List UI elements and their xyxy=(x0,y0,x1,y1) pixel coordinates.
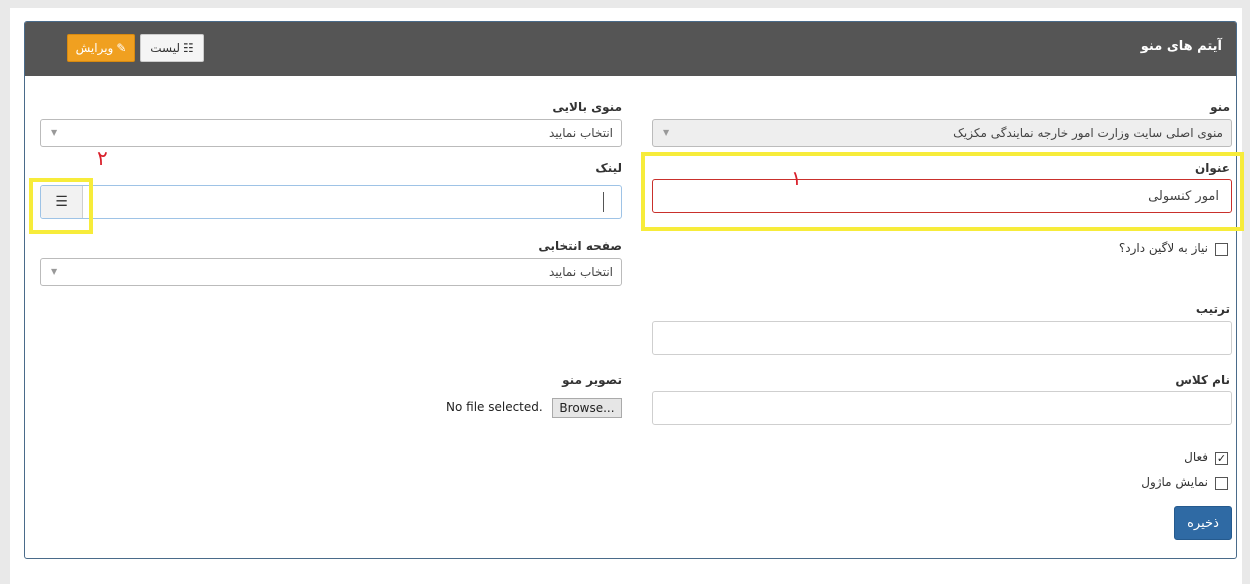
list-icon: ☷ xyxy=(183,41,194,55)
list-button-label: لیست xyxy=(150,41,180,55)
edit-icon: ✎ xyxy=(116,41,127,55)
active-label: فعال xyxy=(1184,450,1208,464)
parent-menu-select-value: انتخاب نمایید xyxy=(548,126,613,140)
menu-items-panel: آیتم های منو ✎ ویرایش ☷ لیست منو منوی اص… xyxy=(24,21,1244,559)
needs-login-checkbox[interactable] xyxy=(1215,243,1228,256)
show-module-checkbox[interactable] xyxy=(1215,477,1228,490)
selected-page-label: صفحه انتخابی xyxy=(538,239,622,253)
menu-select-value: منوی اصلی سایت وزارت امور خارجه نمایندگی… xyxy=(953,126,1223,140)
annotation-marker-1: ۱ xyxy=(791,166,802,190)
edit-button[interactable]: ✎ ویرایش xyxy=(67,34,135,62)
selected-page-select[interactable]: انتخاب نمایید ▼ xyxy=(40,258,622,286)
show-module-label: نمایش ماژول xyxy=(1141,475,1208,489)
class-name-label: نام کلاس xyxy=(1175,373,1230,387)
highlight-box-1 xyxy=(641,152,1244,231)
class-name-input[interactable] xyxy=(652,391,1232,425)
annotation-marker-2: ۲ xyxy=(97,146,108,170)
parent-menu-label: منوی بالایی xyxy=(552,100,622,114)
chevron-down-icon: ▼ xyxy=(663,128,670,137)
panel-header: آیتم های منو ✎ ویرایش ☷ لیست xyxy=(25,22,1236,76)
selected-page-select-value: انتخاب نمایید xyxy=(548,265,613,279)
page: آیتم های منو ✎ ویرایش ☷ لیست منو منوی اص… xyxy=(10,8,1244,584)
edit-button-label: ویرایش xyxy=(75,41,114,55)
chevron-down-icon: ▼ xyxy=(51,267,58,276)
needs-login-label: نیاز به لاگین دارد؟ xyxy=(1118,241,1208,255)
menu-label: منو xyxy=(1210,100,1230,114)
link-input[interactable]: ☰ xyxy=(40,185,622,219)
text-cursor xyxy=(603,192,604,212)
save-button[interactable]: ذخیره xyxy=(1174,506,1232,540)
chevron-down-icon: ▼ xyxy=(51,128,58,137)
file-status: No file selected. xyxy=(446,400,543,414)
link-label: لینک xyxy=(595,161,622,175)
list-button[interactable]: ☷ لیست xyxy=(140,34,204,62)
active-checkbox[interactable]: ✓ xyxy=(1215,452,1228,465)
menu-image-label: تصویر منو xyxy=(562,373,622,387)
order-input[interactable] xyxy=(652,321,1232,355)
browse-button[interactable]: Browse... xyxy=(552,398,622,418)
menu-select[interactable]: منوی اصلی سایت وزارت امور خارجه نمایندگی… xyxy=(652,119,1232,147)
page-title: آیتم های منو xyxy=(1140,39,1222,54)
parent-menu-select[interactable]: انتخاب نمایید ▼ xyxy=(40,119,622,147)
highlight-box-2 xyxy=(29,178,93,234)
order-label: ترتیب xyxy=(1195,302,1230,316)
